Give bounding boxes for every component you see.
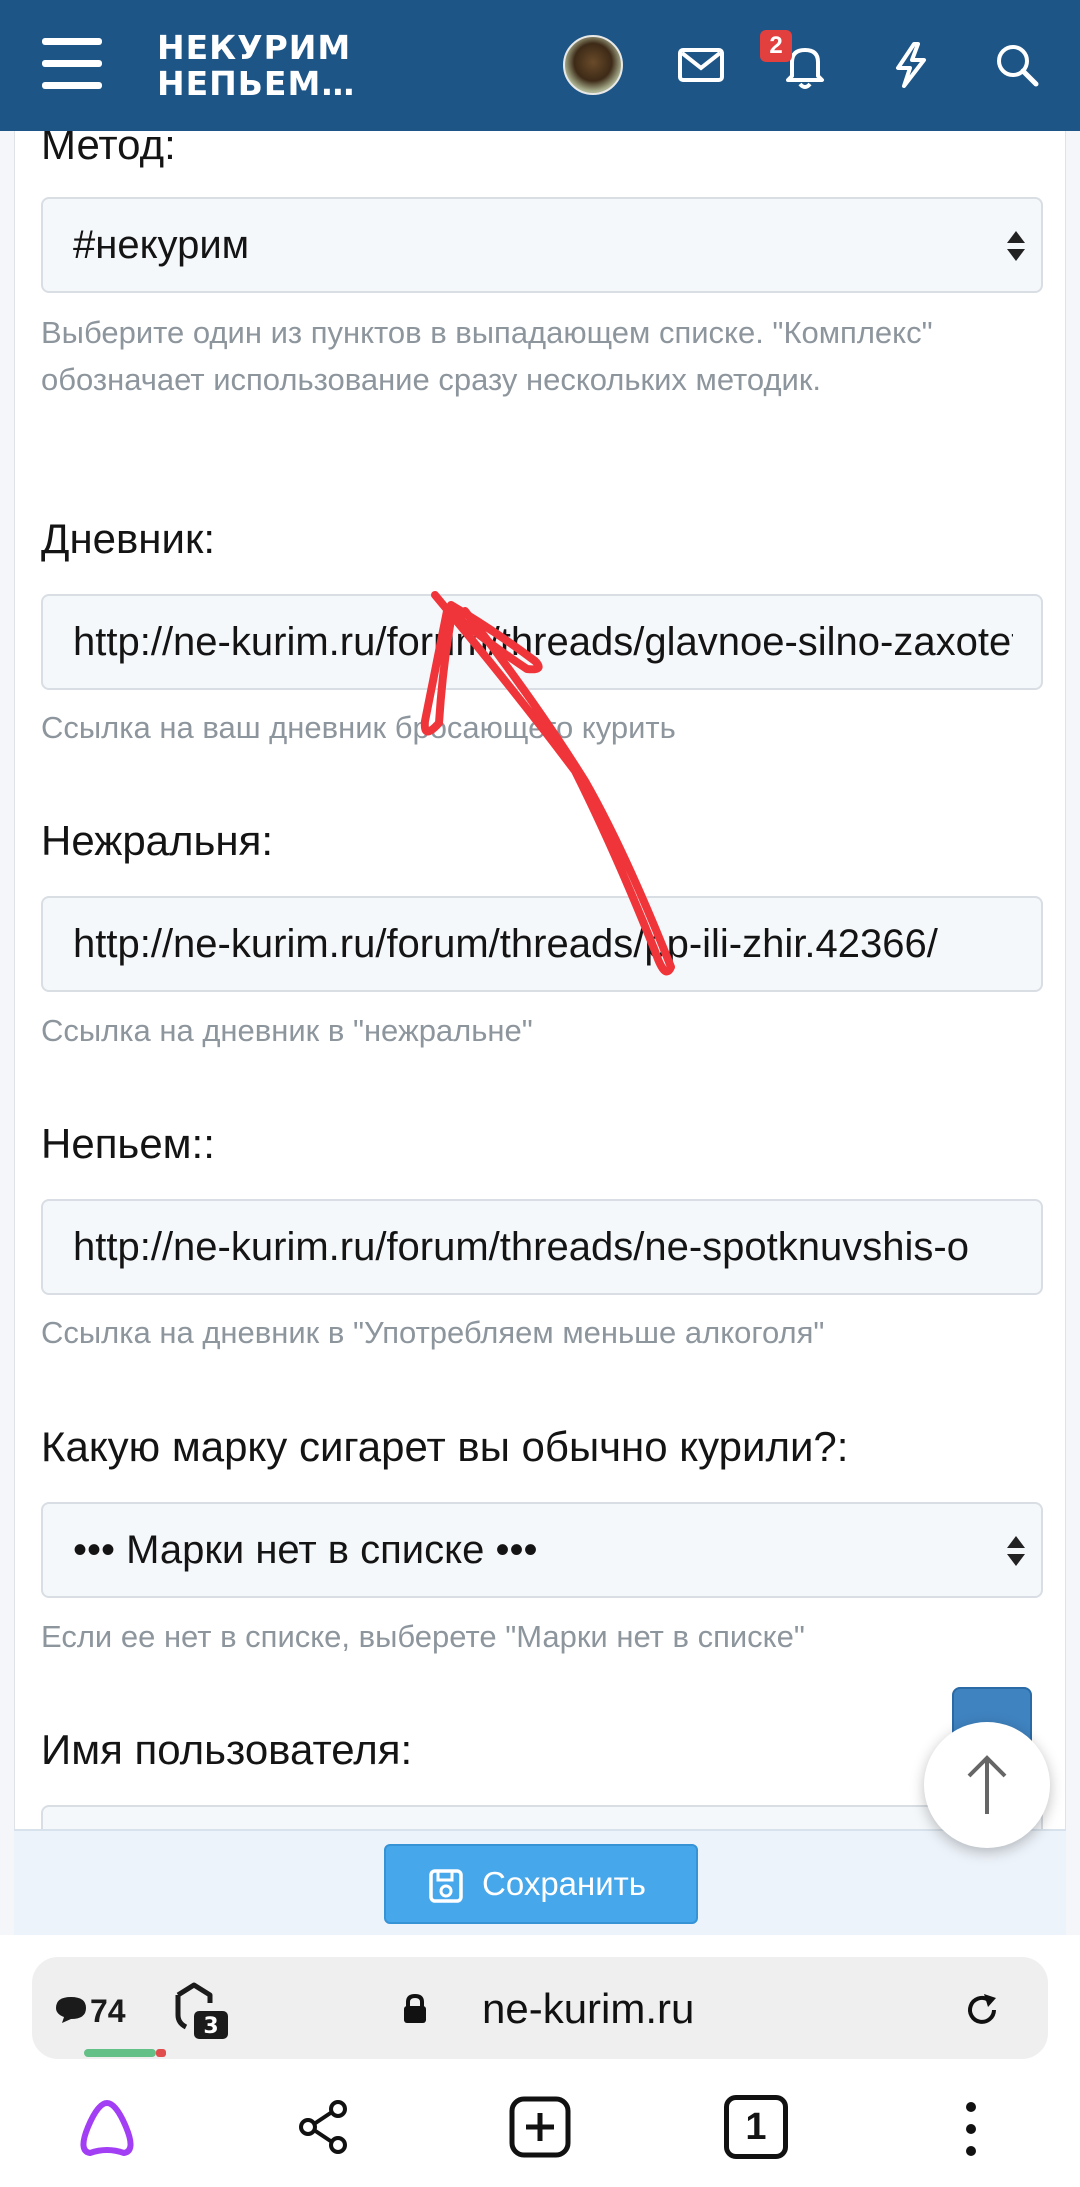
- arrow-up-icon: [967, 1755, 1007, 1814]
- tabs-switcher-button[interactable]: 1: [724, 2095, 788, 2159]
- rating-bar: [84, 2049, 156, 2057]
- menu-icon[interactable]: [42, 38, 102, 90]
- lightning-icon[interactable]: [884, 38, 938, 92]
- notification-badge: 2: [760, 30, 792, 62]
- brand-select[interactable]: ••• Марки нет в списке •••: [41, 1502, 1043, 1598]
- brand-label: Какую марку сигарет вы обычно курили?:: [41, 1423, 849, 1470]
- rating-bar-negative: [156, 2049, 166, 2057]
- annotation-arrow-icon: [420, 591, 675, 976]
- share-icon[interactable]: [294, 2097, 354, 2157]
- envelope-icon[interactable]: [674, 38, 728, 92]
- select-arrows-icon: [1007, 1536, 1025, 1566]
- form-submit-bar: Сохранить: [14, 1829, 1066, 1935]
- protect-shield-icon[interactable]: 3: [172, 1981, 236, 2041]
- scroll-to-top-button[interactable]: [924, 1722, 1050, 1848]
- save-button-label: Сохранить: [482, 1865, 646, 1902]
- site-logo[interactable]: НЕКУРИМ НЕПЬЕМ…: [157, 30, 355, 102]
- username-input[interactable]: [41, 1805, 1043, 1829]
- more-options-icon[interactable]: [956, 2099, 986, 2159]
- top-navigation-bar: НЕКУРИМ НЕПЬЕМ… 2: [0, 0, 1080, 131]
- address-bar[interactable]: 74 3 ne-kurim.ru: [32, 1957, 1048, 2059]
- browser-bottom-nav: 1: [0, 2085, 1080, 2185]
- username-label: Имя пользователя:: [41, 1726, 413, 1773]
- logo-line-1: НЕКУРИМ: [157, 28, 352, 67]
- lock-icon: [404, 1993, 426, 2023]
- profile-form: Метод: #некурим Выберите один из пунктов…: [14, 131, 1066, 1829]
- url-text: ne-kurim.ru: [482, 1985, 695, 2032]
- browser-toolbar: 74 3 ne-kurim.ru 1: [0, 1935, 1080, 2187]
- search-icon[interactable]: [990, 38, 1044, 92]
- save-button[interactable]: Сохранить: [384, 1844, 698, 1924]
- open-tabs-count: 1: [745, 2106, 767, 2148]
- comment-bubble-icon: [56, 1997, 86, 2023]
- reload-icon[interactable]: [962, 1990, 1002, 2030]
- brand-hint: Если ее нет в списке, выберете "Марки не…: [41, 1619, 805, 1654]
- floppy-disk-icon: [429, 1869, 463, 1903]
- brand-select-value: ••• Марки нет в списке •••: [73, 1528, 538, 1572]
- nepyem-hint: Ссылка на дневник в "Употребляем меньше …: [41, 1315, 825, 1350]
- tabs-badge: 3: [203, 2014, 218, 2039]
- logo-line-2: НЕПЬЕМ…: [157, 64, 356, 103]
- comments-count: 74: [90, 1993, 126, 2029]
- new-tab-icon[interactable]: [508, 2095, 572, 2159]
- user-avatar[interactable]: [563, 35, 623, 95]
- alice-assistant-icon[interactable]: [74, 2095, 140, 2161]
